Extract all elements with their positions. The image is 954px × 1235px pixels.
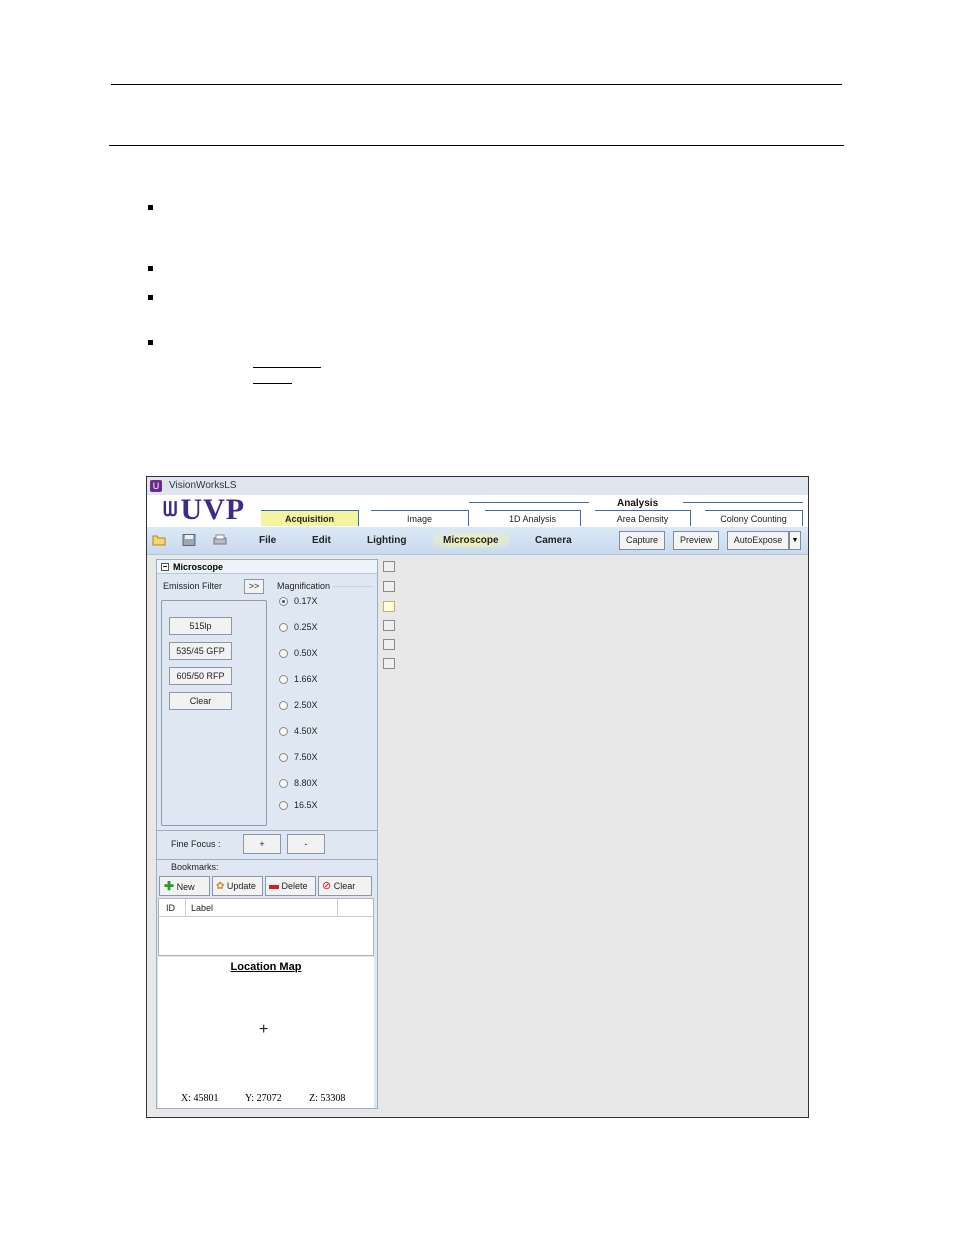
bookmarks-table: ID Label: [158, 898, 374, 956]
mag-label-050: 0.50X: [294, 648, 318, 658]
panel-title: Microscope: [173, 562, 224, 572]
fine-focus-label: Fine Focus :: [171, 839, 221, 849]
cancel-icon: ⊘: [322, 880, 332, 892]
mag-label-250: 2.50X: [294, 700, 318, 710]
location-map[interactable]: Location Map + X: 45801 Y: 27072 Z: 5330…: [158, 957, 374, 1108]
mag-label-017: 0.17X: [294, 596, 318, 606]
emission-filter-label: Emission Filter: [163, 581, 223, 591]
mag-label-025: 0.25X: [294, 622, 318, 632]
toolbar: File Edit Lighting Microscope Camera Cap…: [147, 527, 808, 555]
underline-1: [253, 367, 321, 368]
expand-filter-button[interactable]: >>: [244, 579, 264, 594]
mag-radio-166[interactable]: [279, 675, 288, 684]
panel-header[interactable]: − Microscope: [157, 560, 377, 574]
column-divider-2: [337, 899, 338, 917]
tab-acquisition[interactable]: Acquisition: [261, 510, 359, 526]
focus-plus-button[interactable]: +: [243, 834, 281, 854]
coord-z: Z: 53308: [309, 1093, 346, 1104]
mag-radio-025[interactable]: [279, 623, 288, 632]
mag-radio-050[interactable]: [279, 649, 288, 658]
uvp-logo: ᗯUVP: [163, 493, 246, 526]
image-view-icon[interactable]: [383, 601, 395, 612]
microscope-panel: − Microscope Emission Filter >> 515lp 53…: [156, 559, 378, 1109]
crosshair-icon: +: [259, 1021, 269, 1038]
focus-separator: [157, 830, 377, 831]
single-view-icon[interactable]: [383, 561, 395, 572]
bullet-2: [148, 266, 153, 271]
capture-button[interactable]: Capture: [619, 531, 665, 550]
column-id[interactable]: ID: [166, 903, 175, 913]
analysis-group-label: Analysis: [617, 498, 659, 509]
bullet-3: [148, 295, 153, 300]
top-rule: [111, 84, 842, 85]
mag-label-750: 7.50X: [294, 752, 318, 762]
bookmark-clear-button[interactable]: ⊘ Clear: [318, 876, 372, 896]
magnification-rule: [333, 586, 373, 587]
analysis-line-right: [683, 502, 803, 503]
mag-label-880: 8.80X: [294, 778, 318, 788]
menu-file[interactable]: File: [259, 535, 276, 546]
underline-2: [253, 383, 292, 384]
open-folder-icon[interactable]: [152, 534, 166, 546]
tab-image[interactable]: Image: [371, 510, 469, 526]
tab-area-density[interactable]: Area Density: [595, 510, 691, 526]
table-header: ID Label: [159, 899, 373, 917]
coord-x: X: 45801: [181, 1093, 219, 1104]
menu-camera[interactable]: Camera: [535, 535, 572, 546]
horizontal-split-icon[interactable]: [383, 620, 395, 631]
mag-radio-017[interactable]: [279, 597, 288, 606]
column-label[interactable]: Label: [191, 903, 213, 913]
uvp-mark-icon: ᗯ: [163, 499, 179, 521]
preview-button[interactable]: Preview: [673, 531, 719, 550]
focus-minus-button[interactable]: -: [287, 834, 325, 854]
save-icon[interactable]: [182, 534, 196, 546]
mag-radio-250[interactable]: [279, 701, 288, 710]
analysis-line-left: [469, 502, 589, 503]
tab-strip: Acquisition Image Analysis 1D Analysis A…: [257, 495, 808, 527]
autoexpose-dropdown-icon[interactable]: ▼: [789, 531, 801, 550]
menu-microscope[interactable]: Microscope: [433, 533, 509, 548]
location-map-title: Location Map: [230, 961, 302, 973]
mag-label-165: 16.5X: [294, 800, 318, 810]
tab-1d-analysis[interactable]: 1D Analysis: [485, 510, 581, 526]
column-divider-1: [185, 899, 186, 917]
mag-radio-450[interactable]: [279, 727, 288, 736]
app-window: U VisionWorksLS ᗯUVP Acquisition Image A…: [146, 476, 809, 1118]
split-view-icon[interactable]: [383, 581, 395, 592]
stack-view-icon[interactable]: [383, 658, 395, 669]
refresh-icon: ✿: [216, 881, 225, 892]
print-icon[interactable]: [213, 534, 227, 546]
bookmarks-label: Bookmarks:: [171, 862, 219, 872]
mag-label-166: 1.66X: [294, 674, 318, 684]
bookmarks-separator: [157, 859, 377, 860]
collapse-icon[interactable]: −: [161, 563, 169, 571]
bullet-4: [148, 340, 153, 345]
autoexpose-button[interactable]: AutoExpose: [727, 531, 789, 550]
menu-edit[interactable]: Edit: [312, 535, 331, 546]
filter-rfp-button[interactable]: 605/50 RFP: [169, 667, 232, 685]
filter-gfp-button[interactable]: 535/45 GFP: [169, 642, 232, 660]
title-bar: U VisionWorksLS: [147, 477, 808, 495]
coord-y: Y: 27072: [245, 1093, 282, 1104]
menu-lighting[interactable]: Lighting: [367, 535, 406, 546]
mag-radio-165[interactable]: [279, 801, 288, 810]
magnification-label: Magnification: [277, 581, 331, 591]
plus-icon: ✚: [164, 879, 175, 893]
bookmark-new-button[interactable]: ✚ New: [159, 876, 210, 896]
minus-icon: [269, 884, 279, 889]
filter-clear-button[interactable]: Clear: [169, 692, 232, 710]
tab-colony-counting[interactable]: Colony Counting: [705, 510, 803, 526]
bullet-1: [148, 205, 153, 210]
filter-515lp-button[interactable]: 515lp: [169, 617, 232, 635]
header-rule: [109, 145, 844, 146]
mag-radio-750[interactable]: [279, 753, 288, 762]
bookmark-delete-button[interactable]: Delete: [265, 876, 316, 896]
window-title: VisionWorksLS: [169, 480, 237, 491]
bookmark-update-button[interactable]: ✿ Update: [212, 876, 263, 896]
header-ribbon: ᗯUVP Acquisition Image Analysis 1D Analy…: [147, 495, 808, 527]
mag-radio-880[interactable]: [279, 779, 288, 788]
vertical-split-icon[interactable]: [383, 639, 395, 650]
app-icon: U: [150, 480, 162, 492]
mag-label-450: 4.50X: [294, 726, 318, 736]
